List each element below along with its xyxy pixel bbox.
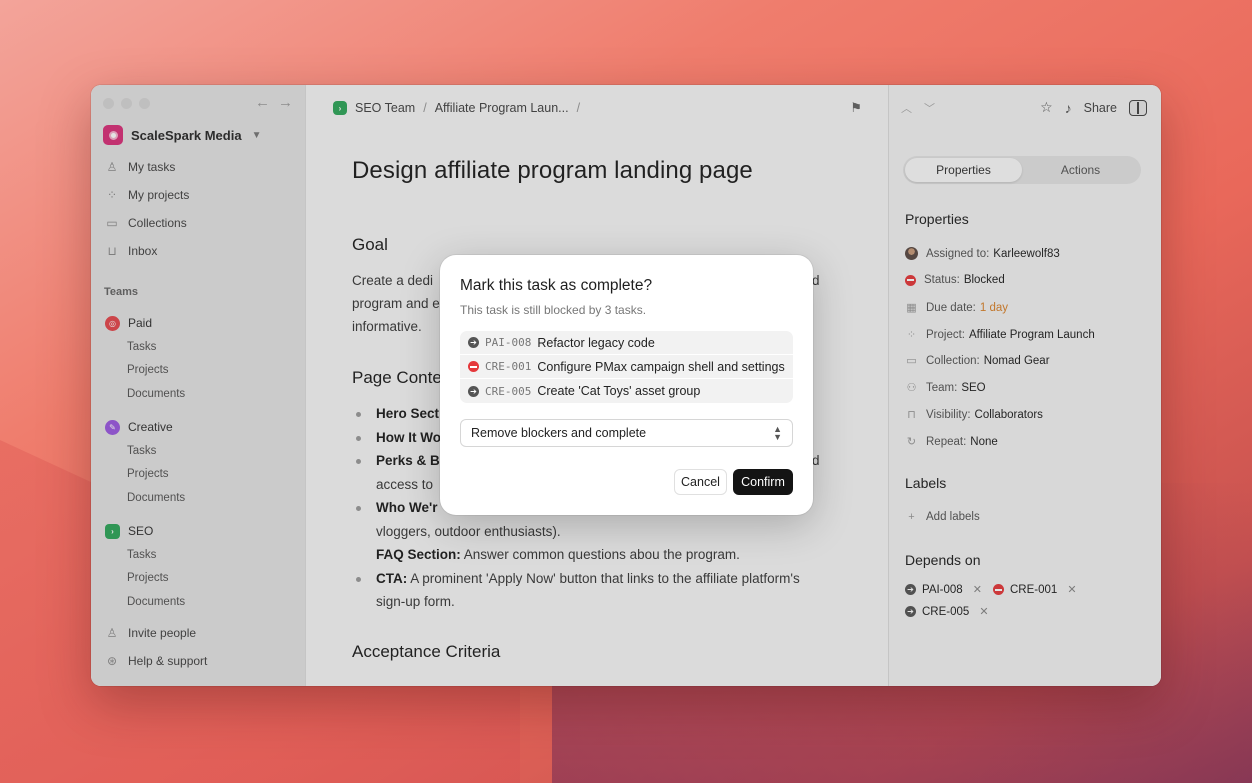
blocker-title: Configure PMax campaign shell and settin… xyxy=(537,359,785,374)
dialog-subtitle: This task is still blocked by 3 tasks. xyxy=(460,303,647,317)
list-item[interactable]: CRE-001 Configure PMax campaign shell an… xyxy=(460,355,793,379)
in-progress-icon: ➔ xyxy=(468,385,479,397)
blocker-code: CRE-001 xyxy=(485,360,532,373)
blocker-list: ➔ PAI-008 Refactor legacy code CRE-001 C… xyxy=(460,331,793,403)
confirm-button[interactable]: Confirm xyxy=(733,469,793,495)
blocker-code: PAI-008 xyxy=(485,336,532,349)
in-progress-icon: ➔ xyxy=(468,337,479,348)
cancel-button[interactable]: Cancel xyxy=(674,469,727,495)
blocker-title: Create 'Cat Toys' asset group xyxy=(537,384,701,398)
blocked-icon xyxy=(468,361,479,372)
complete-task-dialog: Mark this task as complete? This task is… xyxy=(440,255,813,515)
select-value: Remove blockers and complete xyxy=(471,426,647,440)
completion-option-select[interactable]: Remove blockers and complete ▲ ▼ xyxy=(460,419,793,447)
list-item[interactable]: ➔ PAI-008 Refactor legacy code xyxy=(460,331,793,355)
blocker-title: Refactor legacy code xyxy=(537,335,655,350)
updown-chevron-icon: ▲ ▼ xyxy=(773,424,782,442)
list-item[interactable]: ➔ CRE-005 Create 'Cat Toys' asset group xyxy=(460,379,793,403)
blocker-code: CRE-005 xyxy=(485,384,532,398)
dialog-title: Mark this task as complete? xyxy=(460,277,653,294)
